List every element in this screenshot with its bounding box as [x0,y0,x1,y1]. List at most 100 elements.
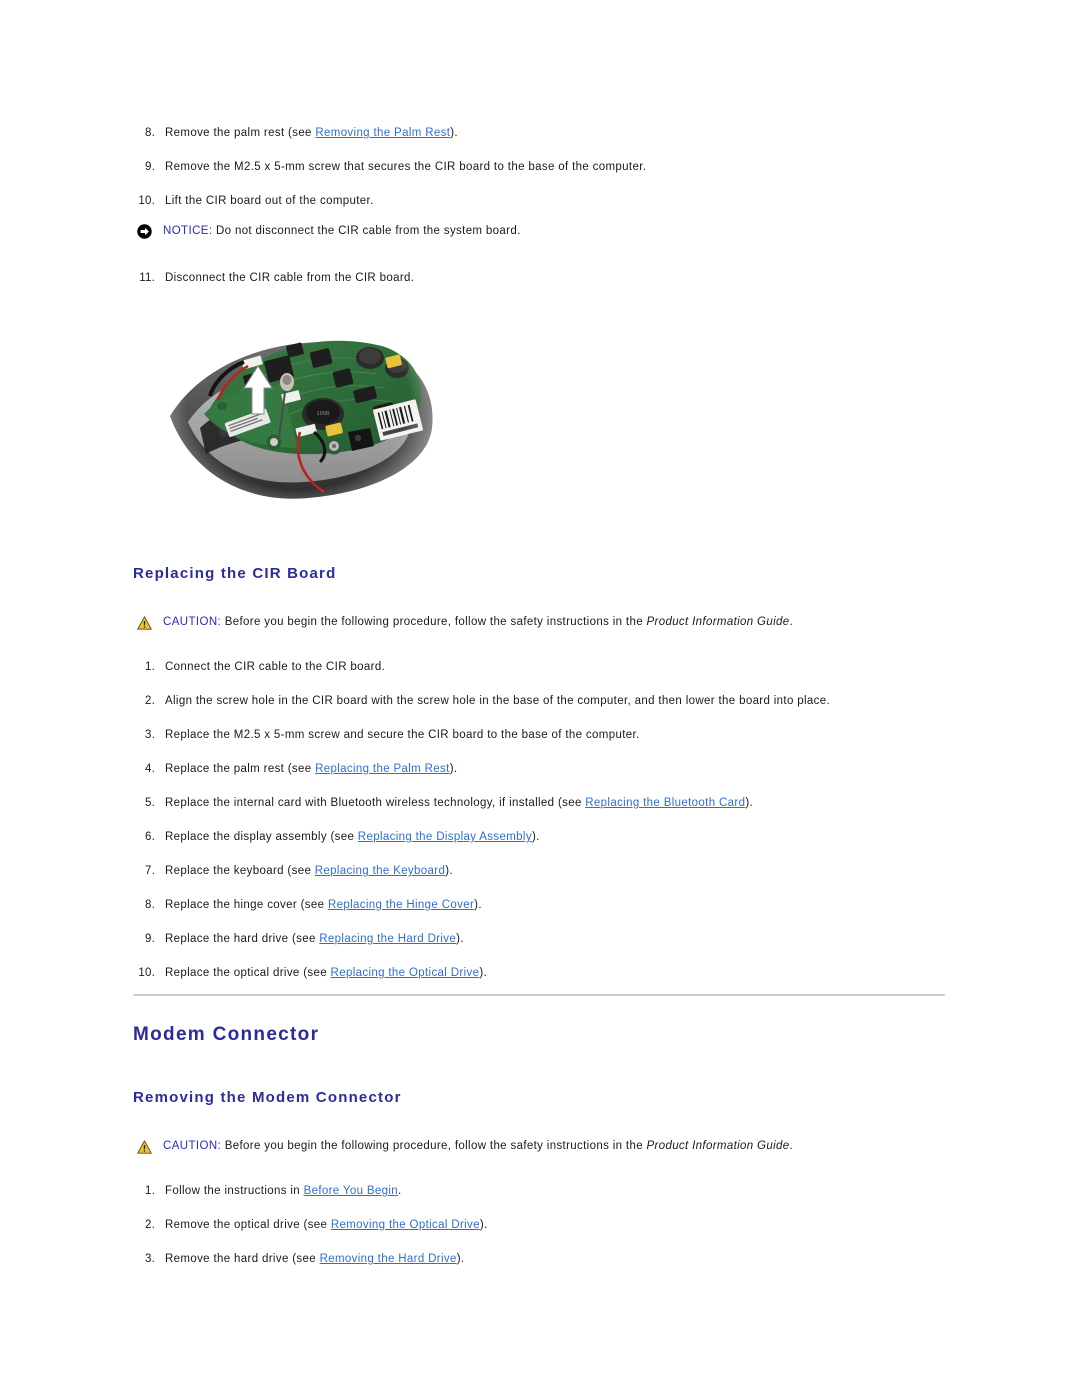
list-item-number: 3. [145,729,155,741]
caution-text-after: . [789,616,794,628]
cir-board-removal-photo: 100R [148,296,448,531]
replacing-caution-admonition: CAUTION: Before you begin the following … [133,615,963,630]
ordered-step-list: 8. Remove the palm rest (see Removing the… [133,126,963,209]
list-item-number: 10. [138,195,155,207]
notice-text: Do not disconnect the CIR cable from the… [212,225,521,237]
list-item-number: 3. [145,1253,155,1265]
list-item: 2. Align the screw hole in the CIR board … [133,694,963,709]
list-item-text: Remove the M2.5 x 5-mm screw that secure… [165,161,646,173]
list-item: 9. Replace the hard drive (see Replacing … [133,932,963,947]
cir-board-illustration: 100R [148,296,448,531]
caution-guide-title: Product Information Guide [646,616,790,628]
caution-triangle-icon [137,616,152,630]
section-divider [133,994,945,996]
list-item-number: 2. [145,695,155,707]
list-item-number: 1. [145,661,155,673]
list-item-text: Align the screw hole in the CIR board wi… [165,695,830,707]
caution-triangle-icon [137,1140,152,1154]
list-item: 7. Replace the keyboard (see Replacing th… [133,864,963,879]
section-heading-removing-modem-connector: Removing the Modem Connector [133,1089,402,1106]
list-item: 8. Remove the palm rest (see Removing the… [133,126,963,141]
removing-cir-board-steps: 8. Remove the palm rest (see Removing the… [133,126,963,228]
notice-label: NOTICE: [163,225,213,237]
list-item: 3. Remove the hard drive (see Removing th… [133,1252,963,1267]
list-item-text-lead: Replace the internal card with Bluetooth… [165,797,586,809]
list-item: 1. Connect the CIR cable to the CIR board… [133,660,963,675]
notice-arrow-icon [137,224,152,239]
list-item-text-tail: ). [479,967,488,979]
cross-reference-link[interactable]: Replacing the Display Assembly [358,831,532,843]
list-item-text: Remove the optical drive (see Removing t… [165,1219,488,1231]
cross-reference-link[interactable]: Removing the Hard Drive [320,1253,457,1265]
document-page: 8. Remove the palm rest (see Removing the… [0,0,1080,1397]
list-item-text-tail: ). [449,763,458,775]
list-item-text: Replace the optical drive (see Replacing… [165,967,487,979]
cross-reference-link[interactable]: Replacing the Bluetooth Card [585,797,745,809]
list-item-number: 6. [145,831,155,843]
list-item-number: 4. [145,763,155,775]
list-item-text-lead: Replace the palm rest (see [165,763,316,775]
list-item: 9. Remove the M2.5 x 5-mm screw that secu… [133,160,963,175]
list-item: 4. Replace the palm rest (see Replacing t… [133,762,963,777]
list-item-text-lead: Remove the hard drive (see [165,1253,320,1265]
list-item: 8. Replace the hinge cover (see Replacing… [133,898,963,913]
list-item-number: 5. [145,797,155,809]
caution-text-after: . [789,1140,794,1152]
caution-text-before: Before you begin the following procedure… [221,616,647,628]
caution-guide-title: Product Information Guide [646,1140,790,1152]
caution-body: CAUTION: Before you begin the following … [133,615,963,630]
list-item-text: Replace the hinge cover (see Replacing t… [165,899,482,911]
list-item-text: Replace the palm rest (see Replacing the… [165,763,457,775]
notice-admonition: NOTICE: Do not disconnect the CIR cable … [133,224,963,239]
list-item-text: Replace the M2.5 x 5-mm screw and secure… [165,729,640,741]
list-item-text: Replace the keyboard (see Replacing the … [165,865,453,877]
list-item-number: 8. [145,127,155,139]
cross-reference-link[interactable]: Before You Begin [304,1185,398,1197]
list-item: 10. Replace the optical drive (see Replac… [133,966,963,981]
cross-reference-link[interactable]: Replacing the Palm Rest [315,763,450,775]
list-item: 2. Remove the optical drive (see Removing… [133,1218,963,1233]
list-item-text-lead: Replace the optical drive (see [165,967,331,979]
list-item-text-lead: Replace the M2.5 x 5-mm screw and secure… [165,729,640,741]
list-item-text: Remove the palm rest (see Removing the P… [165,127,458,139]
list-item-text-tail: ). [456,933,464,945]
list-item: 6. Replace the display assembly (see Repl… [133,830,963,845]
list-item-text-lead: Replace the display assembly (see [165,831,358,843]
cross-reference-link[interactable]: Removing the Optical Drive [331,1219,480,1231]
cross-reference-link[interactable]: Replacing the Optical Drive [331,967,480,979]
replacing-cir-board-heading-block: Replacing the CIR Board [133,565,963,582]
list-item-text-lead: Connect the CIR cable to the CIR board. [165,661,386,673]
list-item: 1. Follow the instructions in Before You … [133,1184,963,1199]
notice-body: NOTICE: Do not disconnect the CIR cable … [133,224,963,239]
cross-reference-link[interactable]: Replacing the Hard Drive [319,933,456,945]
caution-body: CAUTION: Before you begin the following … [133,1139,963,1154]
cross-reference-link[interactable]: Replacing the Hinge Cover [328,899,474,911]
list-item-number: 8. [145,899,155,911]
list-item-text-lead: Align the screw hole in the CIR board wi… [165,695,831,707]
section-heading-modem-connector: Modem Connector [133,1024,320,1045]
list-item-number: 9. [145,161,155,173]
modem-caution-admonition: CAUTION: Before you begin the following … [133,1139,963,1154]
list-item-number: 10. [138,967,155,979]
list-item-number: 7. [145,865,155,877]
list-item: 11. Disconnect the CIR cable from the CIR… [133,271,963,286]
ordered-step-list: 11. Disconnect the CIR cable from the CIR… [133,271,963,286]
list-item-text: Replace the internal card with Bluetooth… [165,797,753,809]
list-item-text-tail: ). [474,899,482,911]
list-item-text: Disconnect the CIR cable from the CIR bo… [165,272,415,284]
ordered-step-list: 1. Connect the CIR cable to the CIR board… [133,660,963,981]
cross-reference-link[interactable]: Replacing the Keyboard [315,865,445,877]
cross-reference-link[interactable]: Removing the Palm Rest [315,127,450,139]
list-item-text-tail: ). [531,831,540,843]
caution-label: CAUTION: [163,1140,222,1152]
caution-label: CAUTION: [163,616,222,628]
list-item-text-tail: ). [450,127,458,139]
list-item-text-lead: Follow the instructions in [165,1185,304,1197]
list-item-text-tail: ). [445,865,453,877]
list-item-text: Lift the CIR board out of the computer. [165,195,374,207]
list-item-text-tail: . [398,1185,402,1197]
ordered-step-list: 1. Follow the instructions in Before You … [133,1184,963,1267]
removing-modem-connector-steps: 1. Follow the instructions in Before You … [133,1184,963,1286]
list-item: 3. Replace the M2.5 x 5-mm screw and secu… [133,728,963,743]
list-item-number: 1. [145,1185,155,1197]
